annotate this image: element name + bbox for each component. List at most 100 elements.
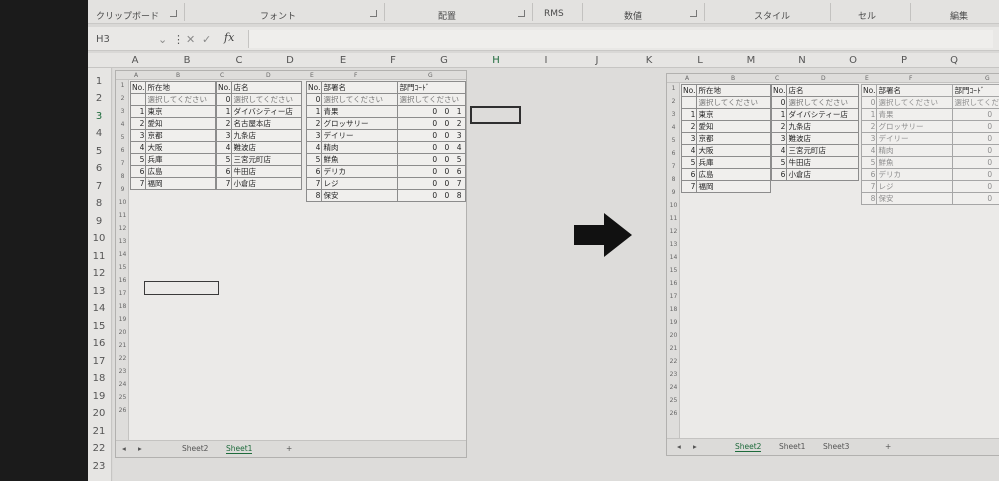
ribbon-group-styles[interactable]: スタイル — [754, 9, 790, 22]
ribbon-group-number[interactable]: 数値 — [624, 9, 642, 22]
cell: 2 — [680, 120, 698, 133]
row-header[interactable]: 23 — [88, 461, 110, 472]
cell: 選択してください — [786, 96, 859, 109]
enter-check-icon[interactable]: ✓ — [202, 32, 211, 47]
col-header-k[interactable]: K — [639, 55, 659, 66]
ribbon-group-rms[interactable]: RMS — [544, 9, 564, 19]
col-header-q[interactable]: Q — [944, 55, 964, 66]
cell: 0 0 6 — [397, 165, 466, 178]
row-header[interactable]: 14 — [88, 303, 110, 314]
table-row: 2グロッサリー0 0 2 — [305, 117, 466, 130]
row-header[interactable]: 4 — [88, 128, 110, 139]
cell: 5 — [129, 153, 147, 166]
table-row: 4 難波店 — [215, 141, 302, 154]
insert-function-button[interactable]: fx — [224, 31, 234, 44]
col-header-a[interactable]: A — [125, 55, 145, 66]
cell: 6 — [680, 168, 698, 181]
row-header[interactable]: 17 — [88, 356, 110, 367]
row-header[interactable]: 8 — [88, 198, 110, 209]
col-header-g[interactable]: G — [434, 55, 454, 66]
ribbon-group-cells[interactable]: セル — [858, 9, 876, 22]
cell: 3 — [305, 129, 323, 142]
table-row: 2 愛知 — [129, 117, 216, 130]
sheet-tab: Sheet2 — [182, 444, 209, 453]
col-header-e[interactable]: E — [333, 55, 353, 66]
cell: 三宮元町店 — [786, 144, 859, 157]
table-row: 7 小倉店 — [215, 177, 302, 190]
cell: 0 0 7 — [952, 180, 999, 193]
worksheet-grid[interactable]: A B C D E F G 1 2 3 4 5 6 7 8 9 10 11 12 — [113, 68, 999, 481]
row-header[interactable]: 12 — [88, 268, 110, 279]
table-row: 2グロッサリー0 0 2 — [860, 120, 999, 133]
embedded-image-before[interactable]: A B C D E F G 1 2 3 4 5 6 7 8 9 10 11 12 — [115, 70, 467, 458]
col-header-p[interactable]: P — [894, 55, 914, 66]
col-header-n[interactable]: N — [792, 55, 812, 66]
header-cell: 所在地 — [696, 84, 771, 97]
row-header[interactable]: 5 — [88, 146, 110, 157]
alignment-launcher-icon[interactable] — [518, 10, 525, 17]
row-header[interactable]: 10 — [88, 233, 110, 244]
row-header[interactable]: 22 — [88, 443, 110, 454]
col-header-f[interactable]: F — [383, 55, 403, 66]
table-row: 1 ダイバシティー店 — [770, 108, 859, 121]
ribbon-group-font[interactable]: フォント — [260, 9, 296, 22]
row-header[interactable]: 21 — [88, 426, 110, 437]
row-header[interactable]: 11 — [88, 251, 110, 262]
row-header[interactable]: 1 — [88, 76, 110, 87]
chevron-down-icon[interactable]: ⌄ — [158, 32, 167, 47]
ribbon-group-editing[interactable]: 編集 — [950, 9, 968, 22]
cell: 3 — [215, 129, 233, 142]
row-header[interactable]: 15 — [88, 321, 110, 332]
table-header-row: No. 所在地 — [129, 81, 216, 94]
col-header-b[interactable]: B — [177, 55, 197, 66]
row-header[interactable]: 16 — [88, 338, 110, 349]
ribbon-group-clipboard[interactable]: クリップボード — [96, 9, 159, 22]
col-header-i[interactable]: I — [536, 55, 556, 66]
col-header-h[interactable]: H — [486, 55, 506, 66]
number-launcher-icon[interactable] — [690, 10, 697, 17]
cell: 京都 — [696, 132, 771, 145]
table-row: 6 小倉店 — [770, 168, 859, 181]
pic-row-label: 3 — [671, 111, 676, 118]
more-icon[interactable]: ⋮ — [173, 32, 184, 47]
store-table: No. 店名 0 選択してください 1 ダイバシティー店 2 名古屋本店 3 九条店 4難… — [215, 81, 302, 190]
column-header-row[interactable]: A B C D E F G H I J K L M N O P Q — [88, 53, 999, 68]
font-launcher-icon[interactable] — [370, 10, 377, 17]
pic-row-label: 2 — [671, 98, 676, 105]
name-box[interactable]: H3 — [93, 32, 163, 47]
ribbon-group-alignment[interactable]: 配置 — [438, 9, 456, 22]
row-header[interactable]: 19 — [88, 391, 110, 402]
col-header-d[interactable]: D — [280, 55, 300, 66]
pic-row-label: 5 — [120, 134, 125, 141]
embedded-image-after[interactable]: A B C D E F G 1 2 3 4 5 6 7 8 9 10 11 12 — [666, 73, 999, 456]
pic-selected-cell — [144, 281, 219, 295]
clipboard-launcher-icon[interactable] — [170, 10, 177, 17]
active-cell-h3[interactable] — [470, 106, 521, 124]
cell: 0 0 5 — [952, 156, 999, 169]
row-header[interactable]: 9 — [88, 216, 110, 227]
cell: 保安 — [321, 189, 399, 202]
col-header-c[interactable]: C — [229, 55, 249, 66]
row-header[interactable]: 20 — [88, 408, 110, 419]
cancel-icon[interactable]: ✕ — [186, 32, 195, 47]
row-header[interactable]: 6 — [88, 163, 110, 174]
row-header[interactable]: 7 — [88, 181, 110, 192]
row-header-selected[interactable]: 3 — [88, 111, 110, 122]
table-header-row: No. 所在地 — [680, 84, 771, 97]
col-header-l[interactable]: L — [690, 55, 710, 66]
cell: 京都 — [145, 129, 216, 142]
formula-input[interactable] — [248, 30, 993, 48]
table-row: 6 広島 — [129, 165, 216, 178]
row-header[interactable]: 13 — [88, 286, 110, 297]
col-header-m[interactable]: M — [741, 55, 761, 66]
row-header-column[interactable]: 1 2 3 4 5 6 7 8 9 10 11 12 13 14 15 16 1… — [88, 68, 112, 481]
row-header[interactable]: 18 — [88, 373, 110, 384]
row-header[interactable]: 2 — [88, 93, 110, 104]
cell: 0 — [215, 93, 233, 106]
table-row: 1 東京 — [129, 105, 216, 118]
col-header-o[interactable]: O — [843, 55, 863, 66]
cell: 1 — [215, 105, 233, 118]
col-header-j[interactable]: J — [587, 55, 607, 66]
cell: 5 — [770, 156, 788, 169]
table-row: 0選択してください選択してください — [305, 93, 466, 106]
